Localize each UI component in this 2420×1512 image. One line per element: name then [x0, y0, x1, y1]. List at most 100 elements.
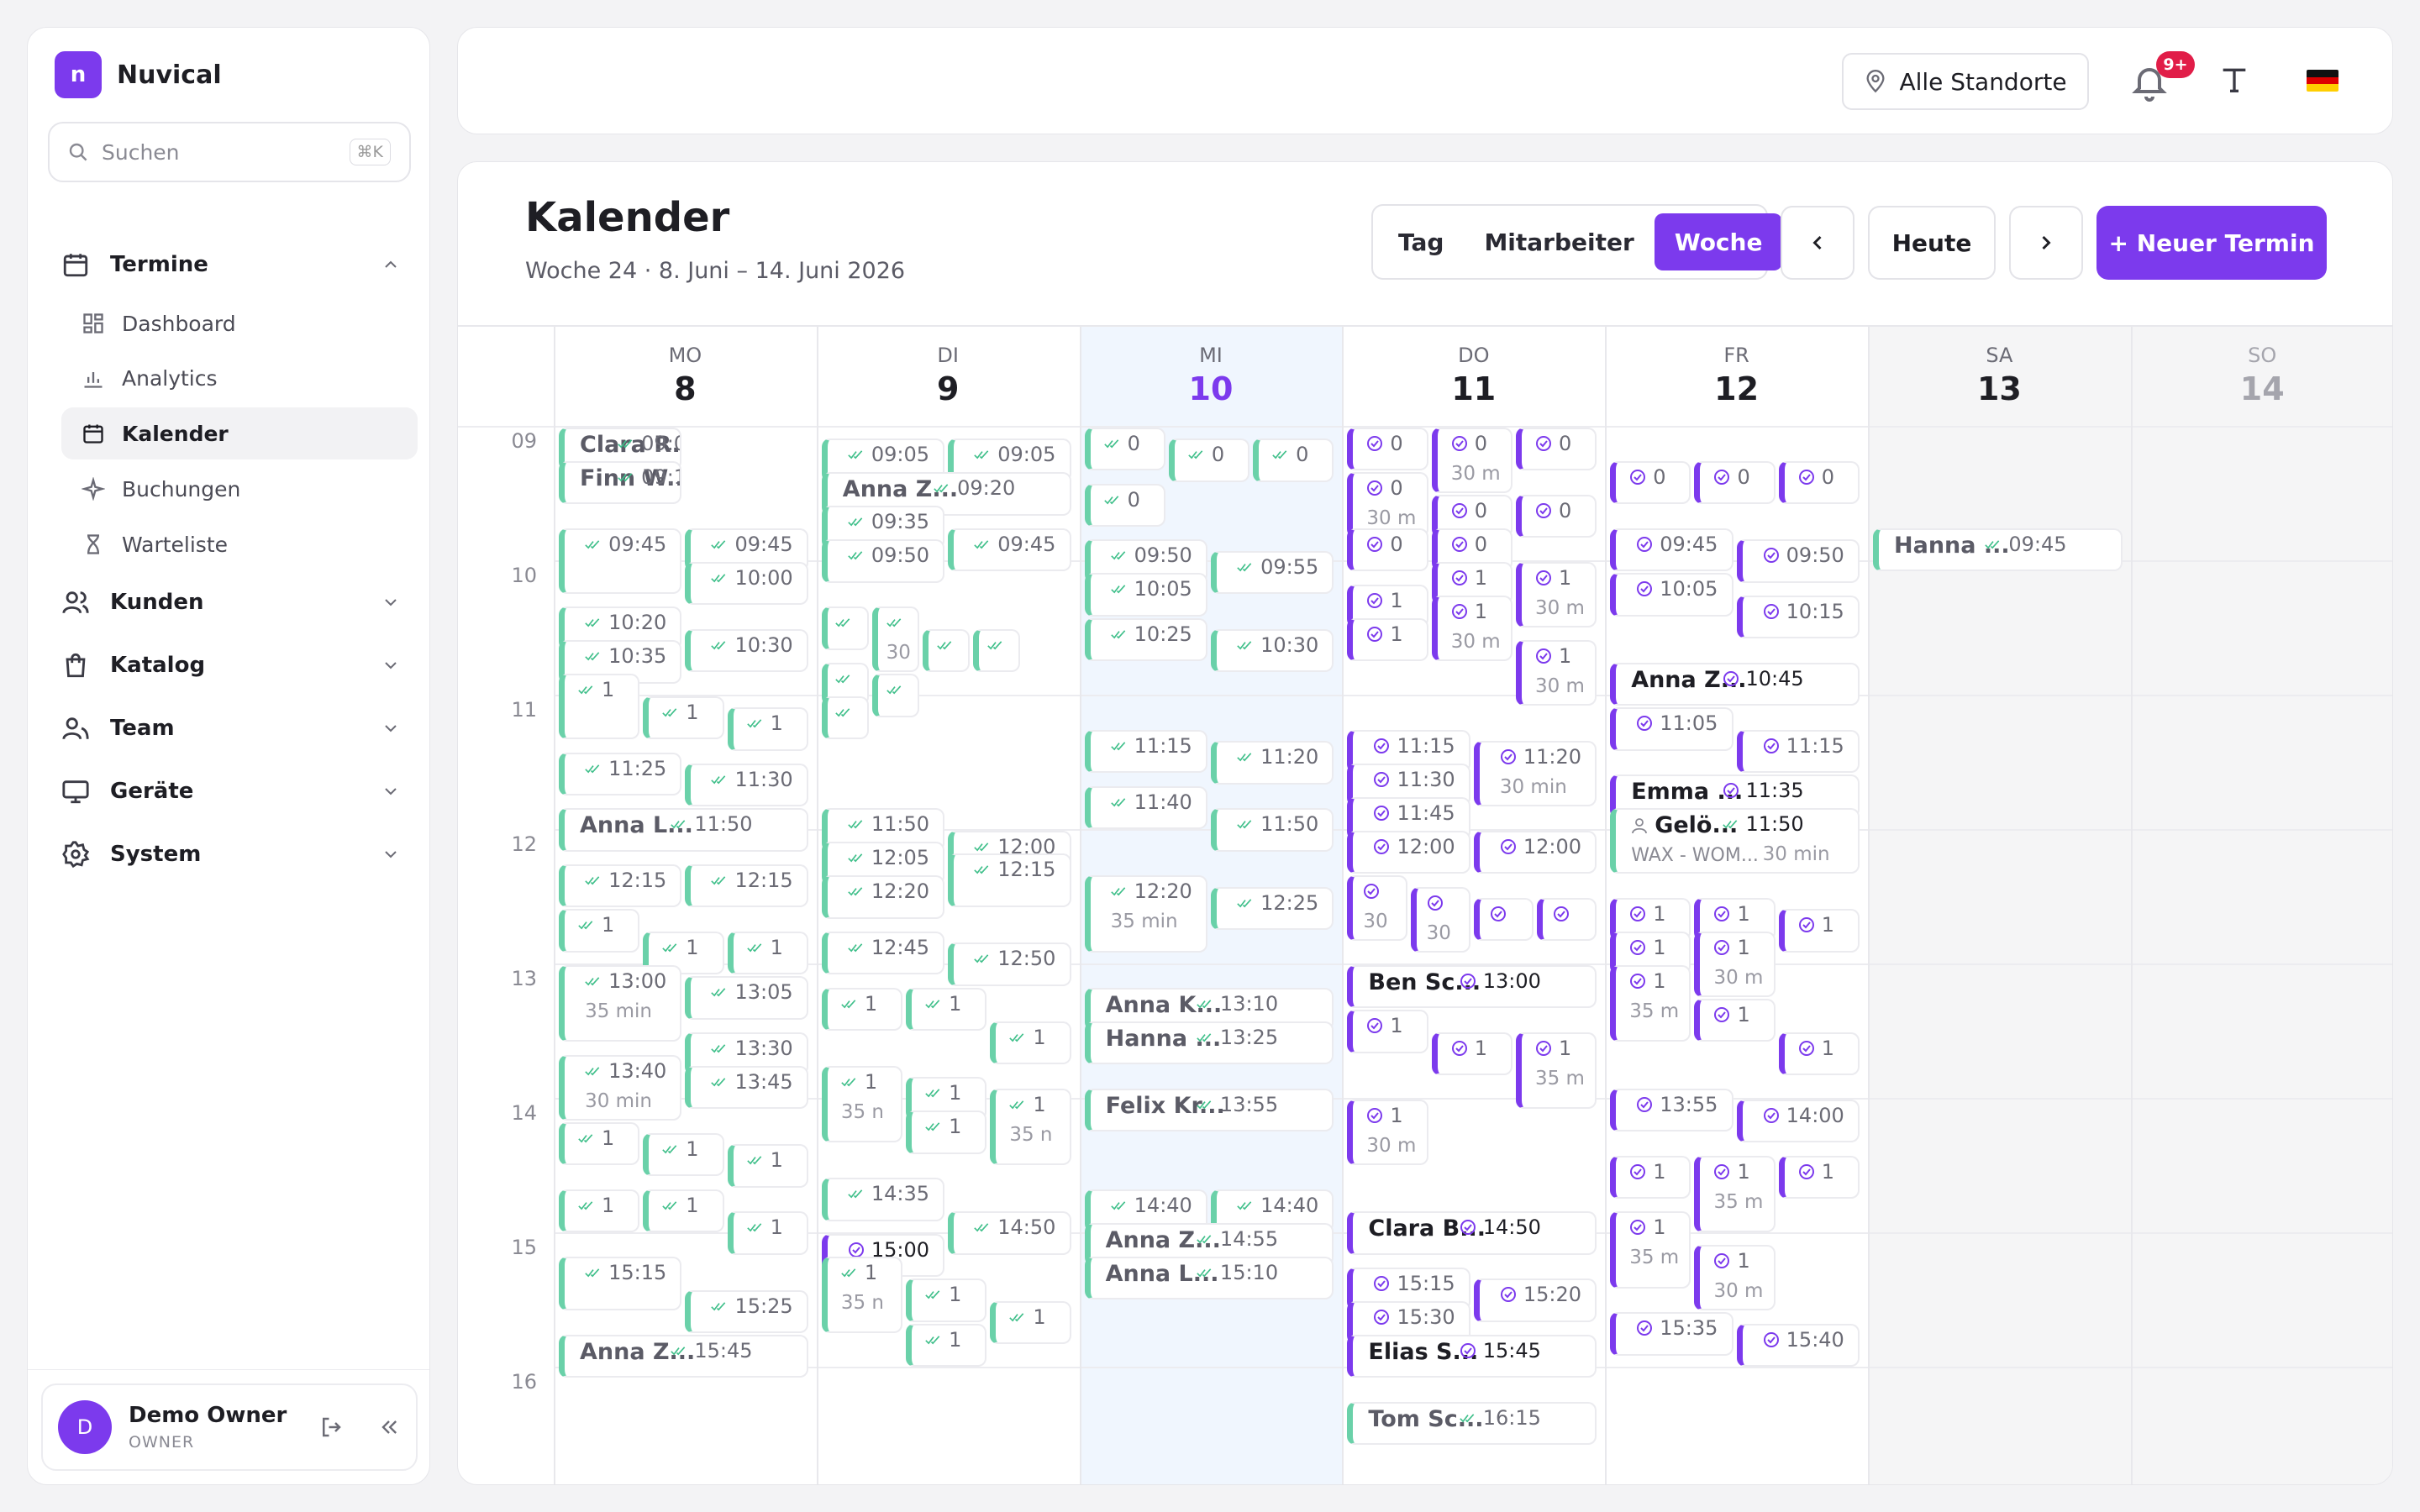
appointment-card[interactable]: Tom Sc... 16:15 — [1347, 1402, 1597, 1446]
appointment-card[interactable]: 12:45 — [821, 932, 945, 975]
sidebar-item-warteliste[interactable]: Warteliste — [61, 518, 418, 570]
appointment-card[interactable]: 1 — [990, 1021, 1071, 1064]
appointment-card[interactable]: 11:20 30 min — [1473, 741, 1597, 807]
appointment-card[interactable]: 1 — [643, 1189, 724, 1232]
appointment-card[interactable]: 0 — [1084, 483, 1165, 527]
appointment-card[interactable]: Anna L... 15:10 — [1084, 1256, 1334, 1299]
nav-section-termine[interactable]: Termine — [48, 238, 414, 291]
sidebar-item-buchungen[interactable]: Buchungen — [61, 463, 418, 515]
new-appointment-button[interactable]: + Neuer Termin — [2096, 206, 2327, 280]
appointment-card[interactable]: 10:05 — [1084, 573, 1207, 617]
appointment-card[interactable]: 12:15 — [685, 864, 808, 908]
appointment-card[interactable]: 12:00 — [1347, 831, 1470, 874]
appointment-card[interactable]: 1 — [906, 1323, 987, 1367]
day-header[interactable]: MO 8 — [554, 327, 817, 426]
appointment-card[interactable]: 09:50 — [1736, 539, 1860, 583]
brand[interactable]: n Nuvical — [55, 51, 222, 98]
appointment-card[interactable] — [923, 629, 971, 673]
appointment-card[interactable]: 1 — [1431, 1032, 1512, 1076]
day-header[interactable]: DI 9 — [817, 327, 1080, 426]
appointment-card[interactable]: 09:45 — [1610, 528, 1733, 572]
search-input[interactable]: Suchen ⌘K — [48, 122, 411, 182]
prev-week-button[interactable] — [1781, 206, 1854, 280]
appointment-card[interactable]: 0 — [1515, 495, 1597, 538]
appointment-card[interactable]: 1 — [559, 909, 640, 953]
nav-section-team[interactable]: Team — [48, 701, 414, 755]
appointment-card[interactable]: 12:25 — [1211, 886, 1334, 930]
nav-section-geraete[interactable]: Geräte — [48, 764, 414, 818]
view-tab-staff[interactable]: Mitarbeiter — [1464, 213, 1654, 270]
appointment-card[interactable]: 11:25 — [559, 752, 682, 795]
appointment-card[interactable]: 15:25 — [685, 1289, 808, 1333]
next-week-button[interactable] — [2009, 206, 2083, 280]
appointment-card[interactable]: Felix Kr... 13:55 — [1084, 1088, 1334, 1131]
appointment-card[interactable]: 1 — [727, 1211, 808, 1255]
appointment-card[interactable]: 0 — [1084, 428, 1165, 471]
view-tab-day[interactable]: Tag — [1378, 213, 1464, 270]
appointment-card[interactable]: 1 — [727, 707, 808, 751]
appointment-card[interactable]: 1 35 m — [1515, 1032, 1597, 1110]
appointment-card[interactable]: 11:15 — [1084, 730, 1207, 774]
appointment-card[interactable]: 1 — [1610, 1155, 1691, 1199]
appointment-card[interactable]: 1 35 n — [990, 1088, 1071, 1165]
appointment-card[interactable]: 15:15 — [559, 1256, 682, 1311]
view-tab-week[interactable]: Woche — [1654, 213, 1783, 270]
day-header[interactable]: DO 11 — [1342, 327, 1605, 426]
appointment-card[interactable]: 1 35 m — [1610, 965, 1691, 1042]
appointment-card[interactable]: 13:40 30 min — [559, 1054, 682, 1121]
sidebar-item-kalender[interactable]: Kalender — [61, 407, 418, 459]
appointment-card[interactable]: 11:05 — [1610, 707, 1733, 751]
appointment-card[interactable]: Ben Sc... 13:00 — [1347, 965, 1597, 1009]
sidebar-item-analytics[interactable]: Analytics — [61, 352, 418, 404]
appointment-card[interactable]: 09:45 — [559, 528, 682, 594]
appointment-card[interactable]: 10:25 — [1084, 617, 1207, 661]
appointment-card[interactable]: 09:50 — [821, 539, 945, 583]
appointment-card[interactable]: 0 — [1778, 461, 1860, 505]
collapse-sidebar-icon[interactable] — [377, 1415, 401, 1439]
text-size-icon[interactable] — [2217, 63, 2251, 97]
appointment-card[interactable]: 1 — [906, 1110, 987, 1154]
appointment-card[interactable]: 12:15 — [559, 864, 682, 908]
today-button[interactable]: Heute — [1868, 206, 1996, 280]
appointment-card[interactable]: Anna L... 11:50 — [559, 808, 808, 852]
appointment-card[interactable]: 0 — [1515, 428, 1597, 471]
appointment-card[interactable] — [871, 674, 920, 717]
appointment-card[interactable]: 1 — [643, 696, 724, 740]
appointment-card[interactable]: 1 35 m — [1694, 1155, 1776, 1232]
appointment-card[interactable] — [821, 606, 869, 650]
appointment-card[interactable]: 1 — [1778, 1155, 1860, 1199]
appointment-card[interactable]: Anna Z... 10:45 — [1610, 663, 1860, 706]
appointment-card[interactable]: 0 — [1253, 438, 1334, 482]
appointment-card[interactable]: 30 — [1410, 886, 1470, 953]
appointment-card[interactable]: 0 — [1610, 461, 1691, 505]
appointment-card[interactable]: 0 — [1347, 528, 1428, 572]
appointment-card[interactable]: 12:00 — [1473, 831, 1597, 874]
appointment-card[interactable]: 12:50 — [948, 942, 1071, 986]
appointment-card[interactable]: Anna Z... 15:45 — [559, 1335, 808, 1378]
appointment-card[interactable]: 1 — [643, 1133, 724, 1177]
appointment-card[interactable] — [1537, 898, 1597, 942]
appointment-card[interactable]: 12:15 — [948, 853, 1071, 908]
appointment-card[interactable]: 1 — [727, 932, 808, 975]
appointment-card[interactable]: 0 — [1347, 428, 1428, 471]
appointment-card[interactable]: 15:20 — [1473, 1278, 1597, 1322]
appointment-card[interactable]: 13:00 35 min — [559, 965, 682, 1042]
appointment-card[interactable]: 1 — [1347, 1010, 1428, 1053]
day-header[interactable]: SO 14 — [2131, 327, 2392, 426]
appointment-card[interactable]: 1 — [1347, 617, 1428, 661]
appointment-card[interactable]: Gelö... 11:50 WAX - WOM... 30 min — [1610, 808, 1860, 874]
appointment-card[interactable]: 30 — [871, 606, 920, 673]
appointment-card[interactable]: Finn W...09:15 — [559, 461, 682, 505]
appointment-card[interactable]: 14:50 — [948, 1211, 1071, 1255]
appointment-card[interactable]: 1 30 m — [1694, 932, 1776, 997]
appointment-card[interactable]: 13:45 — [685, 1066, 808, 1110]
appointment-card[interactable]: 1 — [559, 1189, 640, 1232]
appointment-card[interactable] — [973, 629, 1021, 673]
appointment-card[interactable]: 1 30 m — [1347, 1100, 1428, 1165]
appointment-card[interactable]: 1 — [906, 1278, 987, 1322]
appointment-card[interactable]: Clara B... 14:50 — [1347, 1211, 1597, 1255]
appointment-card[interactable]: 12:20 35 min — [1084, 875, 1207, 953]
appointment-card[interactable]: 1 — [1778, 1032, 1860, 1076]
appointment-card[interactable]: 1 35 n — [821, 1066, 903, 1143]
appointment-card[interactable]: 15:40 — [1736, 1323, 1860, 1367]
